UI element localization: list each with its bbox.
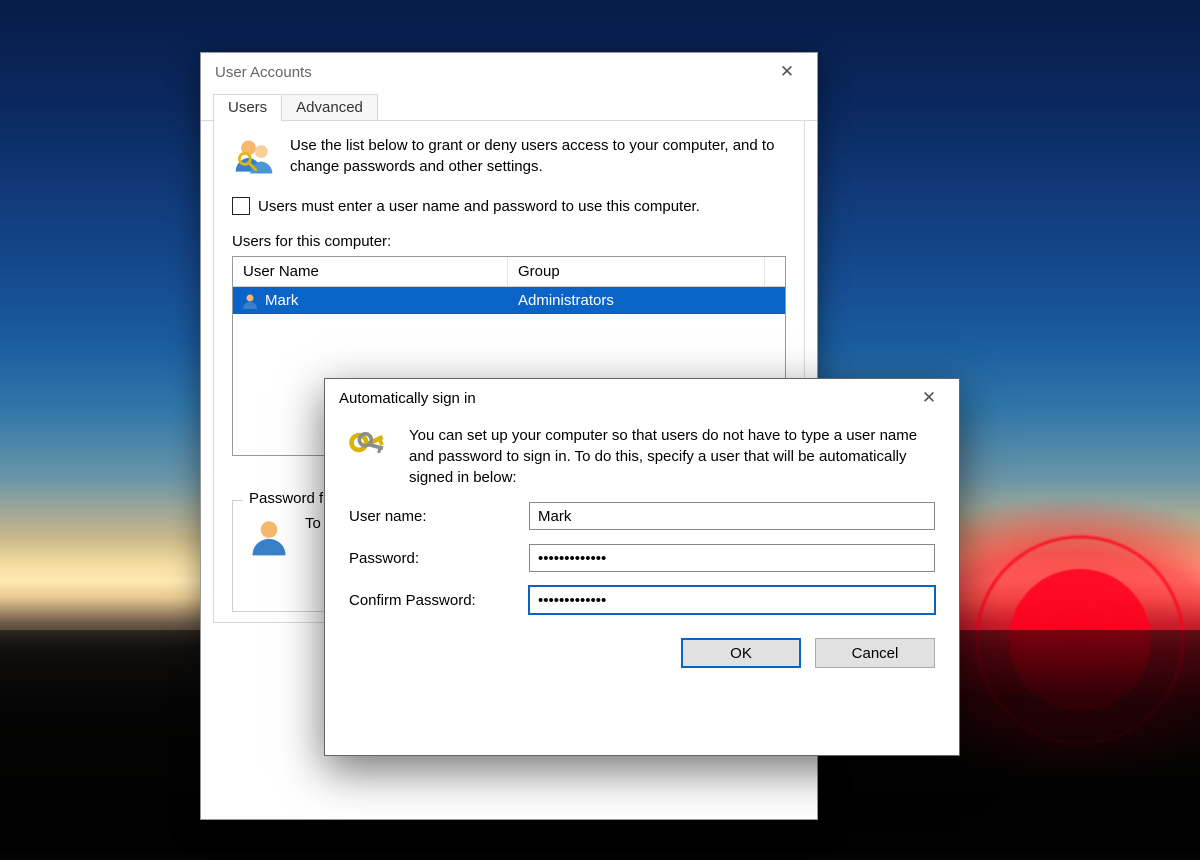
col-header-username[interactable]: User Name [233,257,508,287]
user-row-icon [241,292,259,310]
dialog-cancel-button[interactable]: Cancel [815,638,935,668]
table-row[interactable]: Mark Administrators [233,287,785,314]
tabstrip: Users Advanced [201,91,817,121]
require-login-label: Users must enter a user name and passwor… [258,198,700,215]
require-login-checkbox[interactable] [232,197,250,215]
password-input[interactable] [529,544,935,572]
col-header-group[interactable]: Group [508,257,765,287]
tab-advanced[interactable]: Advanced [281,94,378,120]
username-label: User name: [349,508,529,525]
row-group: Administrators [508,292,785,309]
dialog-titlebar[interactable]: Automatically sign in ✕ [325,379,959,417]
auto-signin-dialog: Automatically sign in ✕ Y [324,378,960,756]
list-header: User Name Group [233,257,785,287]
info-text: Use the list below to grant or deny user… [290,135,786,177]
close-icon[interactable]: ✕ [765,56,809,88]
user-avatar-icon [247,515,291,559]
main-title: User Accounts [215,64,765,81]
close-icon[interactable]: ✕ [907,382,951,414]
dialog-ok-button[interactable]: OK [681,638,801,668]
dialog-info-text: You can set up your computer so that use… [409,425,935,488]
dialog-title: Automatically sign in [339,390,907,407]
tab-users[interactable]: Users [213,94,282,121]
confirm-password-label: Confirm Password: [349,592,529,609]
users-section-label: Users for this computer: [232,233,786,250]
confirm-password-input[interactable] [529,586,935,614]
keys-icon [349,425,393,469]
password-label: Password: [349,550,529,567]
users-icon [232,135,276,179]
username-input[interactable] [529,502,935,530]
main-titlebar[interactable]: User Accounts ✕ [201,53,817,91]
row-username: Mark [265,292,298,309]
